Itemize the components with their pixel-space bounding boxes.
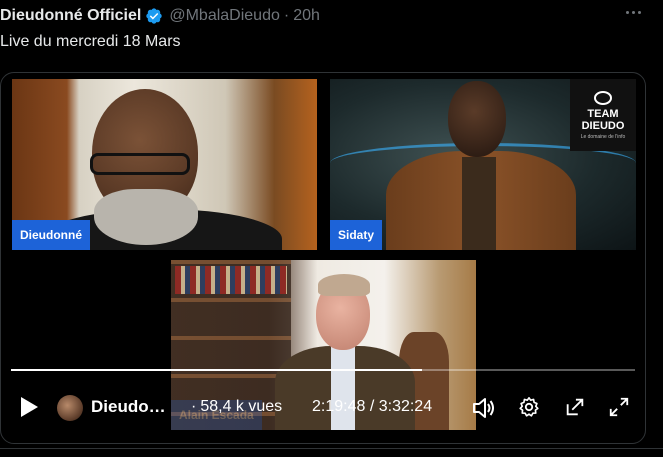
person-figure [462, 157, 496, 250]
play-icon[interactable] [17, 395, 41, 419]
video-player[interactable]: Dieudonné TEAM DIEUDO Le domaine de l'in… [0, 72, 646, 444]
divider [0, 448, 663, 449]
more-dots-icon[interactable] [621, 4, 645, 20]
author-name[interactable]: Dieudonné Officiel [0, 7, 141, 25]
post-header: Dieudonné Officiel @MbalaDieudo · 20h [0, 4, 663, 28]
participant-name-tag: Dieudonné [12, 220, 90, 250]
popout-icon[interactable] [563, 395, 587, 419]
fullscreen-icon[interactable] [607, 395, 631, 419]
participant-tile-sidaty: TEAM DIEUDO Le domaine de l'info Sidaty [330, 79, 636, 250]
author-handle[interactable]: @MbalaDieudo [169, 7, 280, 25]
player-controls: Dieudo… · 58,4 k vues 2:19:48 / 3:32:24 [1, 387, 645, 427]
person-figure [448, 81, 506, 157]
participant-tile-dieudonne: Dieudonné [12, 79, 317, 250]
person-figure [318, 274, 370, 296]
team-dieudo-logo: TEAM DIEUDO Le domaine de l'info [570, 79, 636, 151]
participant-name-tag: Sidaty [330, 220, 383, 250]
post-text: Live du mercredi 18 Mars [0, 33, 181, 50]
timecode: 2:19:48 / 3:32:24 [312, 398, 433, 415]
post-time[interactable]: 20h [293, 7, 320, 25]
verified-badge-icon[interactable] [145, 7, 163, 25]
person-figure [90, 153, 190, 175]
dot-separator: · [283, 7, 290, 24]
channel-name[interactable]: Dieudo… [91, 397, 166, 417]
views-text: 58,4 k vues [200, 398, 283, 415]
bookshelf [175, 266, 287, 294]
view-count: · 58,4 k vues [191, 398, 282, 416]
views-separator: · [191, 398, 197, 415]
progress-fill [11, 369, 422, 371]
person-figure [94, 189, 198, 245]
volume-icon[interactable] [471, 395, 497, 421]
channel-avatar[interactable] [57, 395, 83, 421]
gear-icon[interactable] [517, 395, 541, 419]
progress-bar[interactable] [11, 369, 635, 371]
